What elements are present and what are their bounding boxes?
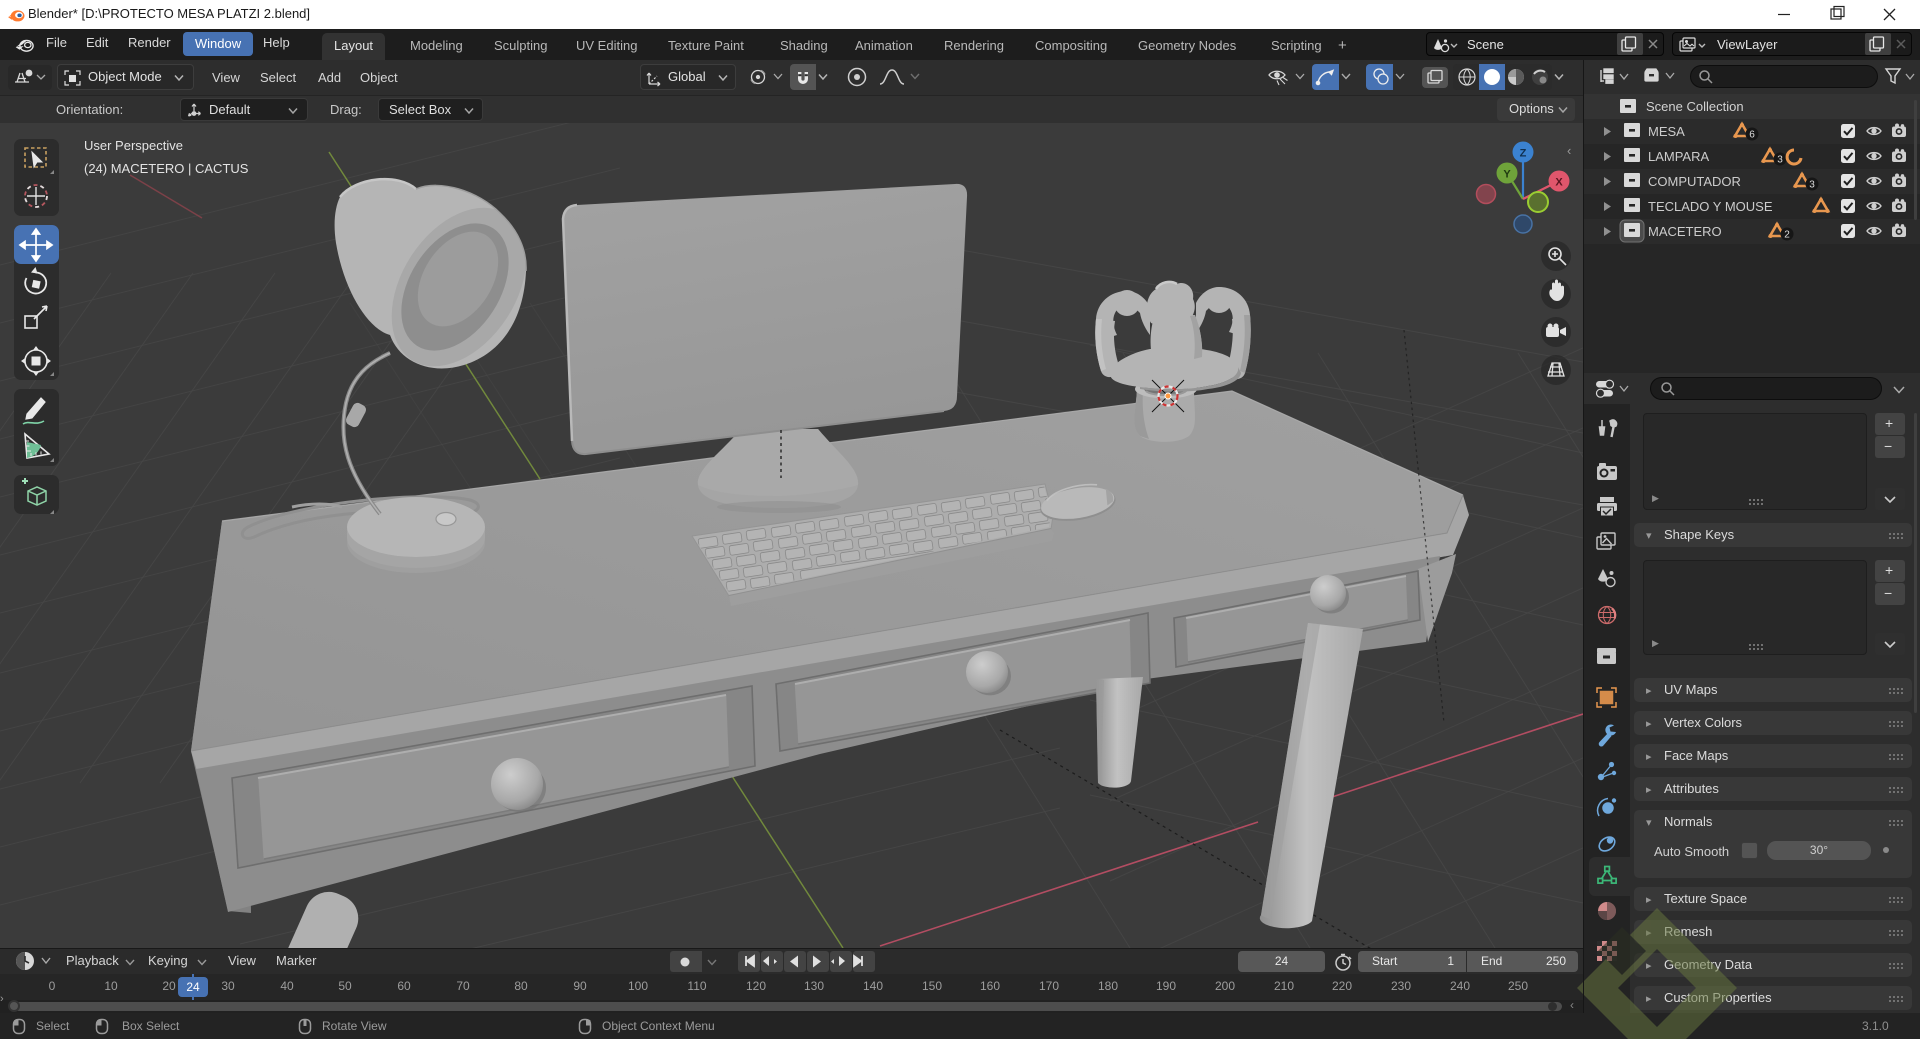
svg-text:6: 6 (1749, 130, 1755, 141)
svg-text:COMPUTADOR: COMPUTADOR (1648, 174, 1741, 189)
svg-text:LAMPARA: LAMPARA (1648, 149, 1709, 164)
svg-text:3: 3 (1809, 180, 1815, 191)
svg-text:MESA: MESA (1648, 124, 1685, 139)
svg-text:2: 2 (1784, 230, 1790, 241)
svg-text:Z: Z (1520, 148, 1527, 160)
svg-text:TECLADO Y MOUSE: TECLADO Y MOUSE (1648, 199, 1773, 214)
svg-text:Y: Y (1503, 169, 1511, 181)
svg-text:MACETERO: MACETERO (1648, 224, 1722, 239)
svg-text:3: 3 (1777, 155, 1783, 166)
svg-text:Scene Collection: Scene Collection (1646, 99, 1744, 114)
svg-text:X: X (1555, 177, 1563, 189)
